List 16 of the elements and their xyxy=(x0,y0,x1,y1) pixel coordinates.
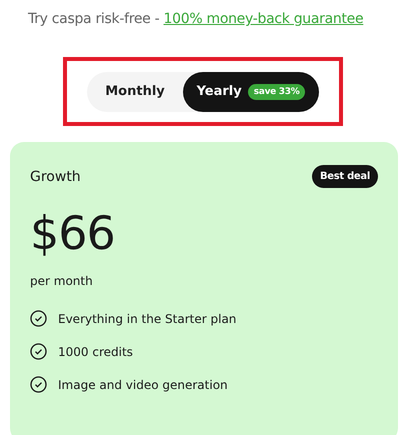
save-badge: save 33% xyxy=(248,84,306,100)
check-circle-icon xyxy=(30,376,47,393)
option-label: Yearly xyxy=(196,84,242,99)
plan-name: Growth xyxy=(30,168,81,184)
check-circle-icon xyxy=(30,310,47,327)
billing-option[interactable]: Yearly save 33% xyxy=(183,72,319,112)
feature-text: Image and video generation xyxy=(58,378,228,392)
price-period: per month xyxy=(30,274,94,288)
option-label: Monthly xyxy=(105,84,165,99)
best-deal-badge: Best deal xyxy=(312,165,378,188)
billing-option[interactable]: Monthly xyxy=(87,72,183,112)
plan-price: $66 xyxy=(30,210,116,256)
guarantee-text: Try caspa risk-free - xyxy=(28,11,160,27)
check-circle-icon xyxy=(30,343,47,360)
feature-text: Everything in the Starter plan xyxy=(58,312,236,326)
feature-text: 1000 credits xyxy=(58,344,133,358)
